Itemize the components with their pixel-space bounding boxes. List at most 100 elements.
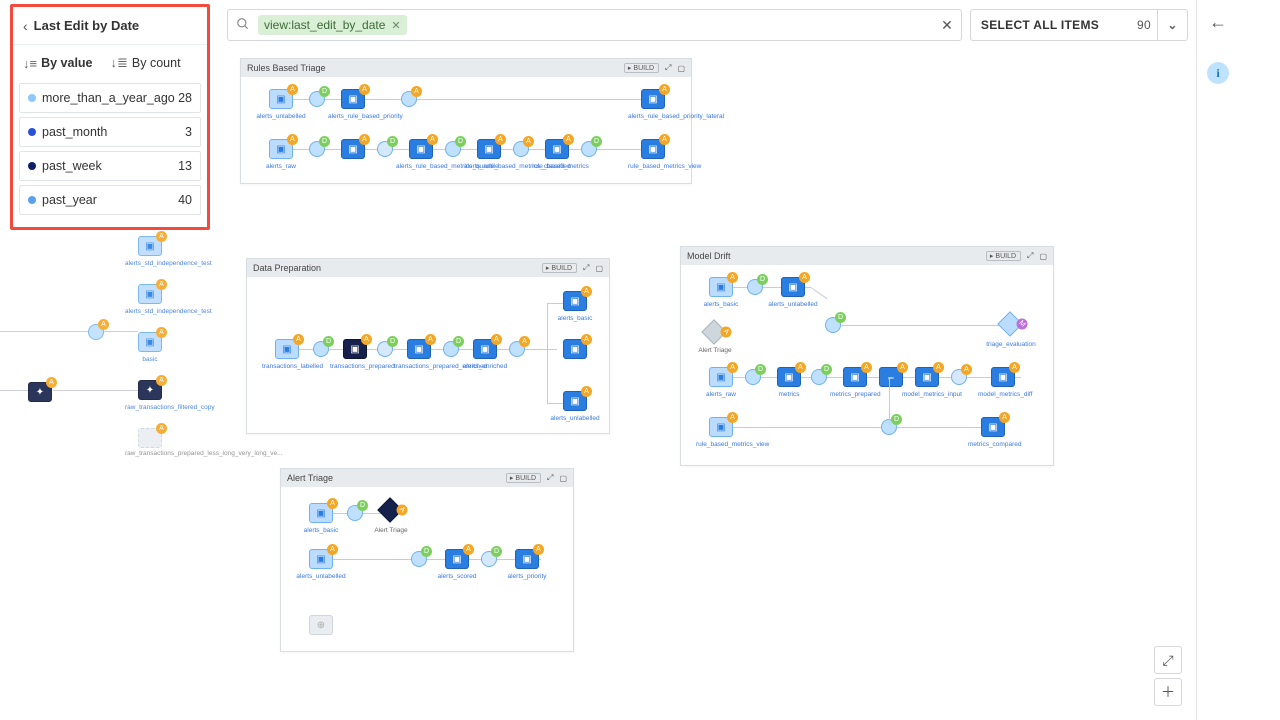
recipe-node[interactable]: D	[347, 505, 363, 521]
filter-chip[interactable]: view:last_edit_by_date ✕	[258, 15, 407, 35]
dataset-node[interactable]: ▣A	[563, 391, 587, 411]
facet-item[interactable]: past_month 3	[19, 117, 201, 147]
maximize-icon[interactable]: ▢	[595, 264, 603, 273]
zoom-in-button[interactable]: ＋	[1154, 678, 1182, 706]
maximize-icon[interactable]: ▢	[1039, 252, 1047, 261]
dataset-node[interactable]: ▣A	[563, 291, 587, 311]
dataset-node[interactable]: ▣A	[641, 139, 665, 159]
dataset-node[interactable]: ▣A	[843, 367, 867, 387]
recipe-node[interactable]: D	[825, 317, 841, 333]
recipe-node[interactable]: A	[951, 369, 967, 385]
zone-model-drift[interactable]: Model Drift ▸ BUILD ⤢ ▢ ▣A alerts_basic …	[680, 246, 1054, 466]
search-input[interactable]: view:last_edit_by_date ✕ ✕	[227, 9, 962, 41]
recipe-node[interactable]: D	[377, 141, 393, 157]
dataset-node[interactable]: ▣A	[915, 367, 939, 387]
dataset-node[interactable]: ▣A	[515, 549, 539, 569]
zone-data-preparation[interactable]: Data Preparation ▸ BUILD ⤢ ▢ ▣A transact…	[246, 258, 610, 434]
fit-view-button[interactable]: ⤢	[1154, 646, 1182, 674]
recipe-node[interactable]: D	[309, 91, 325, 107]
collapse-right-panel-icon[interactable]: ←	[1209, 12, 1227, 33]
dataset-node[interactable]: ▣A	[563, 339, 587, 359]
recipe-node[interactable]: D	[309, 141, 325, 157]
select-all-button[interactable]: SELECT ALL ITEMS 90 ⌄	[970, 9, 1188, 41]
facet-item[interactable]: past_year 40	[19, 185, 201, 215]
dataset-node[interactable]: ▣A	[309, 549, 333, 569]
recipe-node[interactable]: D	[411, 551, 427, 567]
select-all-count: 90	[1137, 18, 1151, 32]
dataset-node[interactable]: ▣A	[781, 277, 805, 297]
dataset-node[interactable]: ▣A	[275, 339, 299, 359]
sort-by-count[interactable]: ↓≣ By count	[111, 55, 181, 71]
node-label: transactions_prepared_enriched	[394, 363, 444, 370]
node-label: alerts_rule_based_metrics_quantile	[396, 163, 446, 170]
dataset-node[interactable]: ▣A	[709, 417, 733, 437]
dataset-node[interactable]: ▣A	[709, 277, 733, 297]
dataset-node[interactable]: ▣A	[981, 417, 1005, 437]
dataset-node[interactable]: ▣A	[407, 339, 431, 359]
dataset-node[interactable]: ▣A	[343, 339, 367, 359]
facet-item[interactable]: past_week 13	[19, 151, 201, 181]
facet-item-count: 13	[178, 159, 192, 173]
expand-icon[interactable]: ⤢	[1027, 251, 1033, 261]
zone-alert-triage[interactable]: Alert Triage ▸ BUILD ⤢ ▢ ▣A alerts_basic…	[280, 468, 574, 652]
expand-icon[interactable]: ⤢	[665, 63, 671, 73]
dataset-node[interactable]: ▣A	[309, 503, 333, 523]
sort-asc-icon: ↓≡	[23, 56, 37, 71]
dataset-node[interactable]: ▣A	[991, 367, 1015, 387]
dataset-node[interactable]: ▣A	[473, 339, 497, 359]
expand-icon[interactable]: ⤢	[547, 473, 553, 483]
node-label: alerts_unlabelled	[768, 301, 818, 308]
zone-title: Data Preparation	[253, 263, 321, 273]
dataset-node[interactable]: ▣A	[641, 89, 665, 109]
recipe-node[interactable]: D	[445, 141, 461, 157]
clear-search-icon[interactable]: ✕	[941, 17, 953, 34]
dataset-node[interactable]: ▣A	[709, 367, 733, 387]
facet-item-count: 3	[185, 125, 192, 139]
build-button[interactable]: ▸ BUILD	[986, 251, 1021, 261]
model-node[interactable]: A	[377, 497, 402, 522]
build-button[interactable]: ▸ BUILD	[624, 63, 659, 73]
recipe-node[interactable]: A	[513, 141, 529, 157]
recipe-node[interactable]: D	[313, 341, 329, 357]
recipe-node[interactable]: D	[377, 341, 393, 357]
sort-by-value[interactable]: ↓≡ By value	[23, 56, 93, 71]
dataset-node[interactable]: ▣A	[777, 367, 801, 387]
recipe-node[interactable]: D	[747, 279, 763, 295]
dataset-node[interactable]: ▣A	[341, 139, 365, 159]
facet-item-label: past_week	[42, 159, 102, 173]
dataset-node[interactable]: ▣A	[545, 139, 569, 159]
facet-item-label: more_than_a_year_ago	[42, 91, 175, 105]
dataset-node[interactable]: ▣A	[341, 89, 365, 109]
chevron-down-icon[interactable]: ⌄	[1157, 10, 1187, 40]
node-label: alerts_priority	[502, 573, 552, 580]
node-label: alerts_basic	[296, 527, 346, 534]
recipe-node[interactable]: D	[443, 341, 459, 357]
recipe-node[interactable]: A	[401, 91, 417, 107]
expand-icon[interactable]: ⤢	[583, 263, 589, 273]
maximize-icon[interactable]: ▢	[559, 474, 567, 483]
build-button[interactable]: ▸ BUILD	[542, 263, 577, 273]
dataset-node[interactable]: ▣A	[477, 139, 501, 159]
model-node[interactable]: M	[997, 311, 1022, 336]
recipe-node[interactable]: D	[811, 369, 827, 385]
back-icon[interactable]: ‹	[23, 18, 28, 34]
chart-node[interactable]: ⫭A	[879, 367, 903, 387]
recipe-node[interactable]: D	[581, 141, 597, 157]
zone-title: Alert Triage	[287, 473, 333, 483]
facet-item[interactable]: more_than_a_year_ago 28	[19, 83, 201, 113]
info-icon[interactable]: i	[1207, 62, 1229, 84]
dataset-node[interactable]: ▣A	[445, 549, 469, 569]
zone-rules-based-triage[interactable]: Rules Based Triage ▸ BUILD ⤢ ▢ ▣A alerts…	[240, 58, 692, 184]
dataset-node[interactable]: ▣A	[409, 139, 433, 159]
chip-remove-icon[interactable]: ✕	[391, 19, 400, 32]
recipe-node[interactable]: A	[509, 341, 525, 357]
facet-dot	[28, 162, 36, 170]
dataset-node[interactable]: ▣A	[269, 89, 293, 109]
build-button[interactable]: ▸ BUILD	[506, 473, 541, 483]
recipe-node[interactable]: D	[745, 369, 761, 385]
placeholder-node[interactable]: ⊕	[309, 615, 333, 635]
model-node[interactable]: A	[701, 319, 726, 344]
dataset-node[interactable]: ▣A	[269, 139, 293, 159]
maximize-icon[interactable]: ▢	[677, 64, 685, 73]
recipe-node[interactable]: D	[481, 551, 497, 567]
